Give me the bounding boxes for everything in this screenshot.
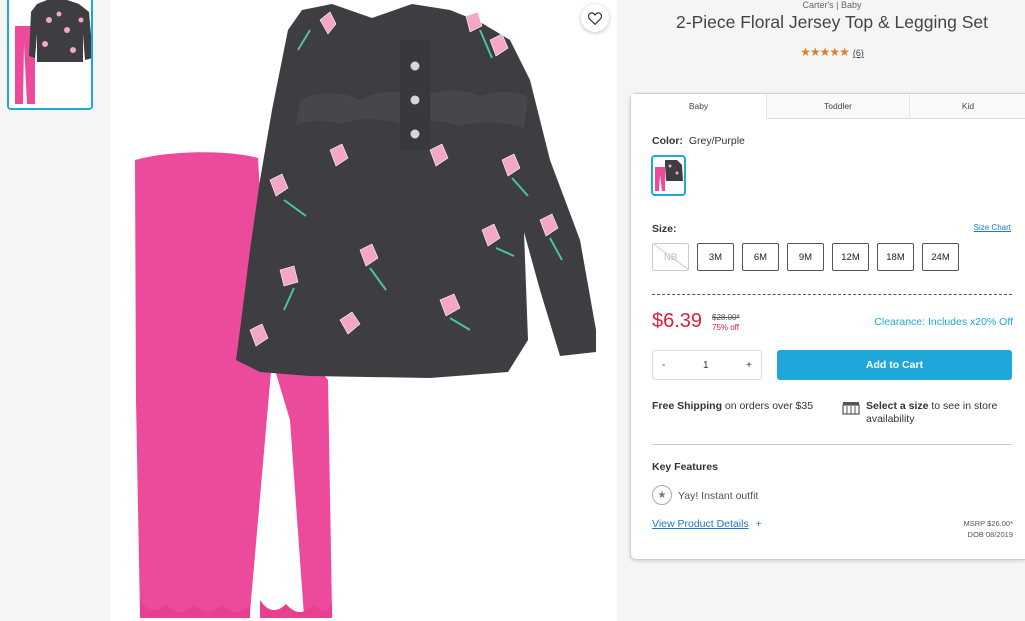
size-option-3m[interactable]: 3M — [697, 243, 734, 271]
rating[interactable]: ★★★★★ (6) — [632, 45, 1025, 59]
tab-kid[interactable]: Kid — [909, 94, 1025, 119]
shipping-info: Free Shipping on orders over $35 — [652, 400, 817, 413]
size-option-nb: NB — [652, 243, 689, 271]
size-option-18m[interactable]: 18M — [877, 243, 914, 271]
tab-baby[interactable]: Baby — [631, 94, 766, 119]
size-option-12m[interactable]: 12M — [832, 243, 869, 271]
key-features-heading-text: Key Features — [652, 461, 718, 473]
star-badge-icon: ★ — [652, 485, 672, 505]
brand-breadcrumb[interactable]: Carter's | Baby — [632, 0, 1025, 10]
review-count[interactable]: (6) — [853, 48, 864, 58]
size-option-9m[interactable]: 9M — [787, 243, 824, 271]
size-label: Size: — [652, 223, 677, 235]
discount-percent: 75% off — [712, 323, 739, 332]
quantity-input[interactable]: 1 — [674, 360, 737, 371]
msrp-text: MSRP $26.00* — [963, 519, 1013, 528]
quantity-stepper: - 1 + — [652, 350, 762, 380]
size-options: NB 3M 6M 9M 12M 18M 24M — [652, 243, 967, 271]
product-thumbnail[interactable] — [7, 0, 93, 110]
key-features-heading: Key Features — [652, 461, 718, 473]
purchase-panel: Baby Toddler Kid Color: Grey/Purple Size… — [630, 93, 1025, 560]
size-option-6m[interactable]: 6M — [742, 243, 779, 271]
thumbnail-image — [9, 0, 91, 108]
view-product-details-label: View Product Details — [652, 518, 749, 530]
age-tabs: Baby Toddler Kid — [631, 94, 1025, 119]
original-price: $28.00* — [712, 313, 740, 322]
size-chart-link[interactable]: Size Chart — [974, 223, 1011, 232]
quantity-decrease-button[interactable]: - — [653, 360, 674, 371]
expand-plus-icon: + — [755, 518, 762, 530]
size-label-text: Size: — [652, 223, 677, 235]
tab-toddler[interactable]: Toddler — [766, 94, 909, 119]
divider — [652, 444, 1012, 445]
rating-stars: ★★★★★ — [800, 45, 850, 59]
size-option-24m[interactable]: 24M — [922, 243, 959, 271]
divider — [652, 294, 1012, 295]
store-availability[interactable]: Select a size to see in store availabili… — [866, 400, 1016, 426]
color-swatch-grey-purple[interactable] — [651, 155, 686, 196]
add-to-cart-button[interactable]: Add to Cart — [777, 350, 1012, 380]
select-size-label: Select a size — [866, 400, 929, 412]
color-value: Grey/Purple — [688, 135, 745, 147]
heart-icon — [588, 11, 602, 25]
view-product-details-link[interactable]: View Product Details + — [652, 518, 762, 530]
dob-text: DOB 08/2019 — [967, 530, 1013, 539]
swatch-image — [653, 157, 684, 194]
sale-price: $6.39 — [652, 310, 703, 332]
thumbnail-rail — [0, 0, 105, 621]
product-title: 2-Piece Floral Jersey Top & Legging Set — [676, 12, 988, 32]
quantity-increase-button[interactable]: + — [737, 360, 761, 371]
key-feature-item: Yay! Instant outfit — [678, 490, 759, 502]
msrp-info: MSRP $26.00* DOB 08/2019 — [964, 518, 1013, 540]
product-image[interactable] — [110, 0, 617, 621]
clearance-promo: Clearance: Includes x20% Off — [874, 316, 1013, 328]
free-shipping-label: Free Shipping — [652, 400, 723, 412]
store-icon — [842, 402, 860, 415]
favorite-button[interactable] — [581, 4, 609, 32]
color-label: Color: — [652, 135, 683, 147]
shipping-condition: on orders over $35 — [722, 400, 814, 412]
product-photo — [110, 0, 617, 621]
color-row: Color: Grey/Purple — [652, 135, 745, 147]
